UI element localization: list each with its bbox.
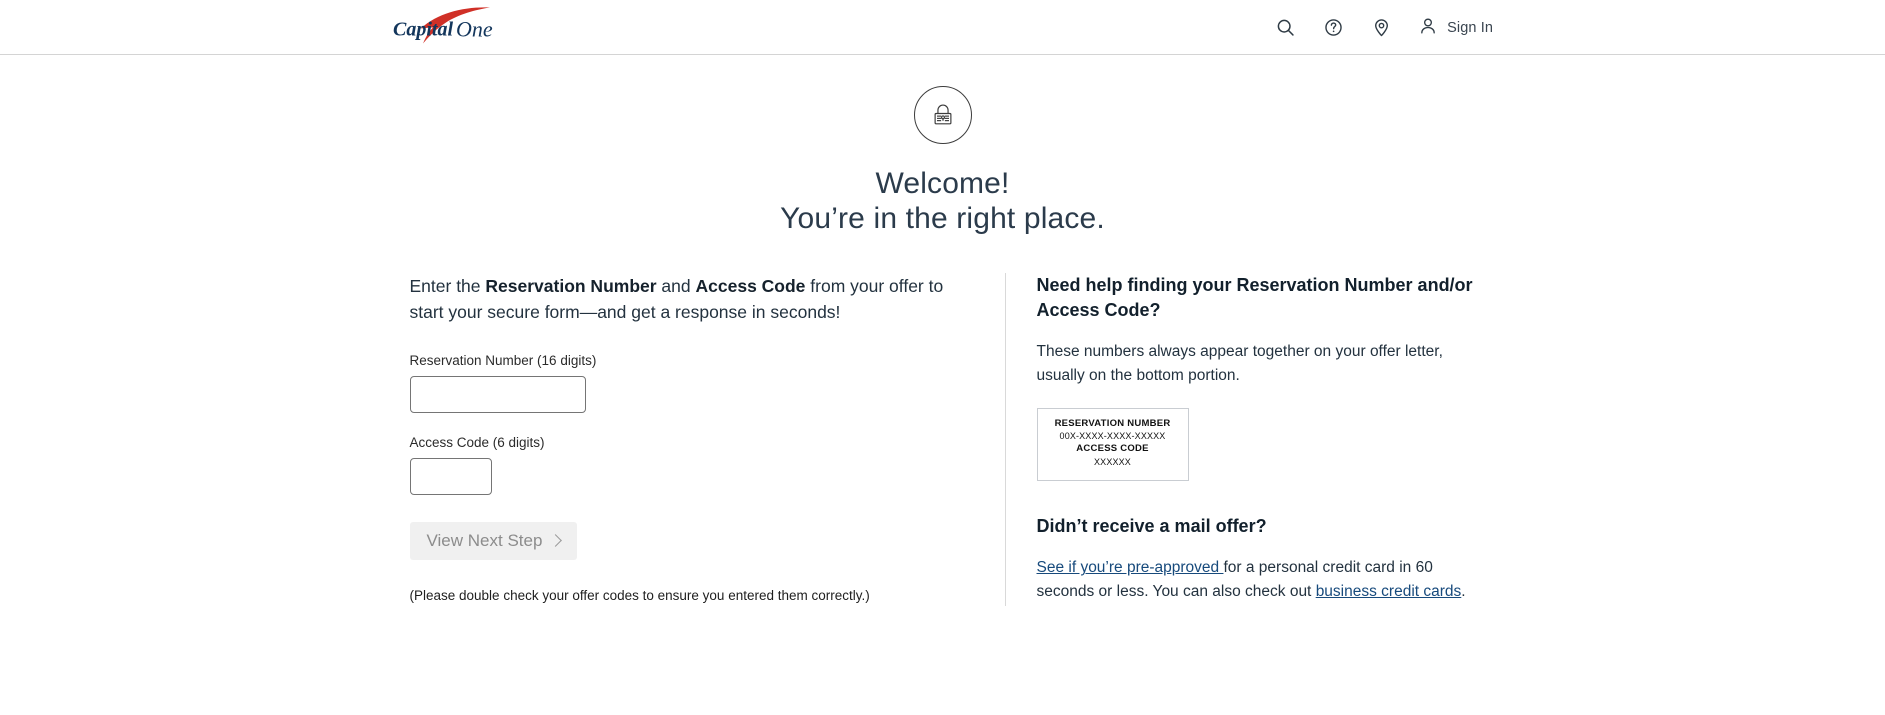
mail-offer-body: See if you’re pre-approved for a persona… (1037, 556, 1476, 603)
site-header: Capital One Sign In (0, 0, 1885, 55)
lead-bold-reservation: Reservation Number (485, 275, 657, 296)
access-code-input[interactable] (409, 458, 492, 496)
example-reservation-mask: 00X-XXXX-XXXX-XXXXX (1059, 431, 1166, 442)
example-access-mask: XXXXXX (1094, 457, 1131, 468)
user-icon (1418, 16, 1438, 40)
welcome-line-1: Welcome! (875, 167, 1010, 200)
chevron-right-icon (549, 534, 563, 548)
pre-approved-link[interactable]: See if you’re pre-approved (1037, 559, 1224, 576)
form-disclaimer: (Please double check your offer codes to… (409, 588, 870, 604)
welcome-line-2: You’re in the right place. (780, 202, 1105, 236)
content-columns: Enter the Reservation Number and Access … (0, 272, 1885, 606)
business-credit-cards-link[interactable]: business credit cards (1316, 583, 1462, 600)
svg-text:One: One (456, 17, 493, 42)
help-body: These numbers always appear together on … (1036, 343, 1443, 384)
help-heading: Need help finding your Reservation Numbe… (1036, 274, 1473, 320)
location-icon[interactable] (1370, 17, 1392, 39)
lead-pre: Enter the (409, 275, 486, 296)
padlock-icon (913, 86, 972, 144)
mail-body-end: . (1461, 583, 1466, 601)
example-access-title: ACCESS CODE (1076, 443, 1149, 455)
reservation-number-input[interactable] (409, 376, 586, 414)
page-title: Welcome! You’re in the right place. (0, 166, 1885, 237)
offer-code-form: Enter the Reservation Number and Access … (409, 273, 1005, 606)
mail-offer-heading: Didn’t receive a mail offer? (1036, 516, 1267, 537)
svg-text:Capital: Capital (393, 19, 453, 41)
help-icon[interactable] (1322, 17, 1344, 39)
header-actions: Sign In (1274, 0, 1493, 55)
view-next-step-button[interactable]: View Next Step (409, 522, 578, 561)
view-next-step-label: View Next Step (426, 531, 543, 551)
example-reservation-title: RESERVATION NUMBER (1054, 417, 1171, 429)
form-instructions: Enter the Reservation Number and Access … (410, 273, 945, 326)
capital-one-logo[interactable]: Capital One (392, 6, 512, 48)
search-icon[interactable] (1274, 17, 1296, 39)
lead-bold-access: Access Code (695, 275, 806, 296)
help-panel: Need help finding your Reservation Numbe… (1006, 273, 1476, 604)
sign-in-button[interactable]: Sign In (1418, 16, 1493, 40)
offer-letter-example: RESERVATION NUMBER 00X-XXXX-XXXX-XXXXX A… (1036, 407, 1189, 482)
sign-in-label: Sign In (1447, 19, 1493, 36)
reservation-number-label: Reservation Number (16 digits) (409, 352, 597, 368)
hero-section: Welcome! You’re in the right place. (0, 55, 1885, 237)
access-code-label: Access Code (6 digits) (409, 435, 545, 451)
lead-mid: and (656, 275, 696, 296)
